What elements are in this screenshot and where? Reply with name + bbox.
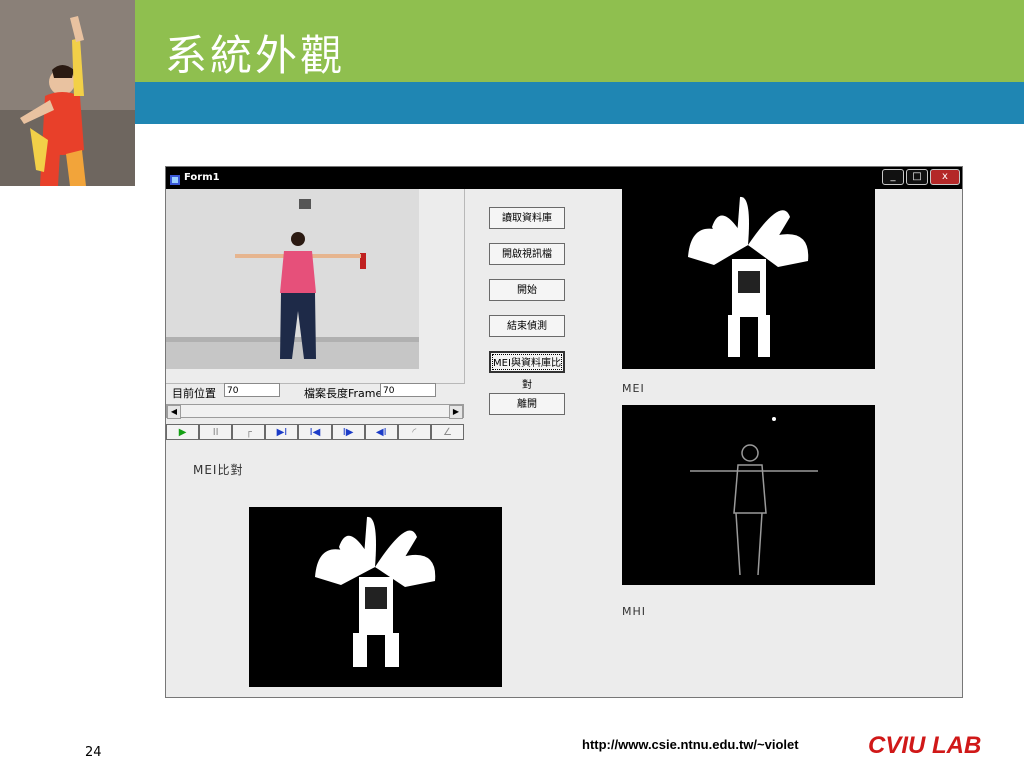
lab-name: CVIU LAB: [868, 732, 982, 759]
player-controls: ▶ II ┌ ▶I I◀ I▶ ◀I ◜ ∠: [166, 424, 464, 442]
app-icon: [169, 171, 181, 190]
slide-title: 系統外觀: [165, 31, 346, 80]
scroll-left-icon[interactable]: ◀: [167, 405, 181, 419]
pause-icon[interactable]: II: [199, 424, 233, 440]
mei-label: MEI: [622, 382, 645, 395]
close-button[interactable]: x: [930, 169, 960, 185]
step-back-icon[interactable]: ◀I: [364, 424, 398, 440]
mei-compare-label: MEI比對: [193, 463, 244, 477]
window-titlebar[interactable]: Form1 _ □ x: [166, 167, 962, 189]
page-number: 24: [85, 745, 102, 760]
read-database-button[interactable]: 讀取資料庫: [489, 207, 565, 229]
stop-icon[interactable]: ┌: [232, 424, 266, 440]
step-forward-icon[interactable]: I▶: [331, 424, 365, 440]
mhi-image: [622, 405, 875, 585]
mei-image: [622, 189, 875, 369]
open-video-button[interactable]: 開啟視訊檔: [489, 243, 565, 265]
app-window: Form1 _ □ x 目前位置 70 檔案長度Frame 70 ◀ ▶ ▶ II…: [165, 166, 963, 698]
video-preview: [166, 189, 419, 369]
position-field[interactable]: 70: [224, 383, 280, 397]
frame-scrollbar[interactable]: ◀ ▶: [166, 404, 464, 419]
mei-compare-image: [249, 507, 502, 687]
scroll-right-icon[interactable]: ▶: [449, 405, 463, 419]
exit-button[interactable]: 離開: [489, 393, 565, 415]
first-icon[interactable]: I◀: [298, 424, 332, 440]
play-icon[interactable]: ▶: [166, 424, 200, 440]
header-stripe: [135, 82, 1024, 124]
rotate-icon[interactable]: ◜: [397, 424, 431, 440]
length-field[interactable]: 70: [380, 383, 436, 397]
end-detection-button[interactable]: 結束偵測: [489, 315, 565, 337]
maximize-button[interactable]: □: [906, 169, 928, 185]
window-title: Form1: [184, 172, 220, 183]
gymnast-photo: [0, 0, 135, 186]
next-icon[interactable]: ▶I: [265, 424, 299, 440]
position-label: 目前位置: [172, 387, 216, 400]
length-label: 檔案長度Frame: [304, 387, 383, 400]
start-button[interactable]: 開始: [489, 279, 565, 301]
mhi-label: MHI: [622, 605, 647, 618]
minimize-button[interactable]: _: [882, 169, 904, 185]
angle-icon[interactable]: ∠: [430, 424, 464, 440]
mei-compare-button[interactable]: MEI與資料庫比對: [489, 351, 565, 391]
footer-url[interactable]: http://www.csie.ntnu.edu.tw/~violet: [582, 737, 799, 752]
